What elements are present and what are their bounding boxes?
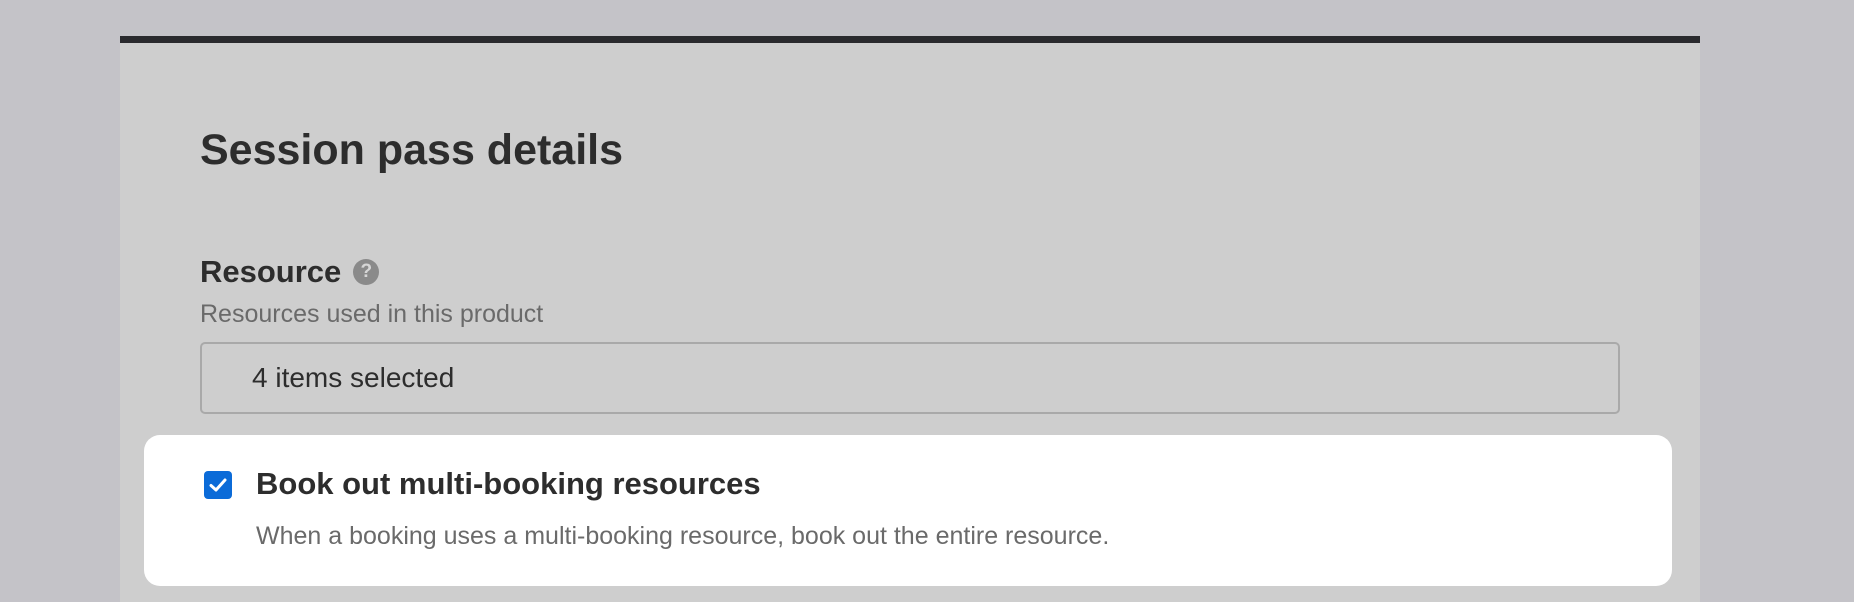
question-mark-icon[interactable]: ? bbox=[353, 259, 380, 285]
resource-label-row: Resource ? bbox=[200, 252, 380, 292]
resource-multiselect[interactable]: 4 items selected bbox=[200, 342, 1620, 414]
checkmark-icon bbox=[209, 478, 227, 492]
multi-booking-checkbox-label[interactable]: Book out multi-booking resources bbox=[256, 464, 761, 504]
multi-booking-option-panel bbox=[144, 435, 1672, 586]
resource-selected-value: 4 items selected bbox=[252, 362, 455, 393]
resource-field-label: Resource bbox=[200, 254, 342, 289]
multi-booking-description: When a booking uses a multi-booking reso… bbox=[256, 522, 1110, 550]
page-title: Session pass details bbox=[200, 126, 624, 174]
multi-booking-checkbox[interactable] bbox=[204, 471, 232, 499]
resource-field-description: Resources used in this product bbox=[200, 300, 544, 328]
